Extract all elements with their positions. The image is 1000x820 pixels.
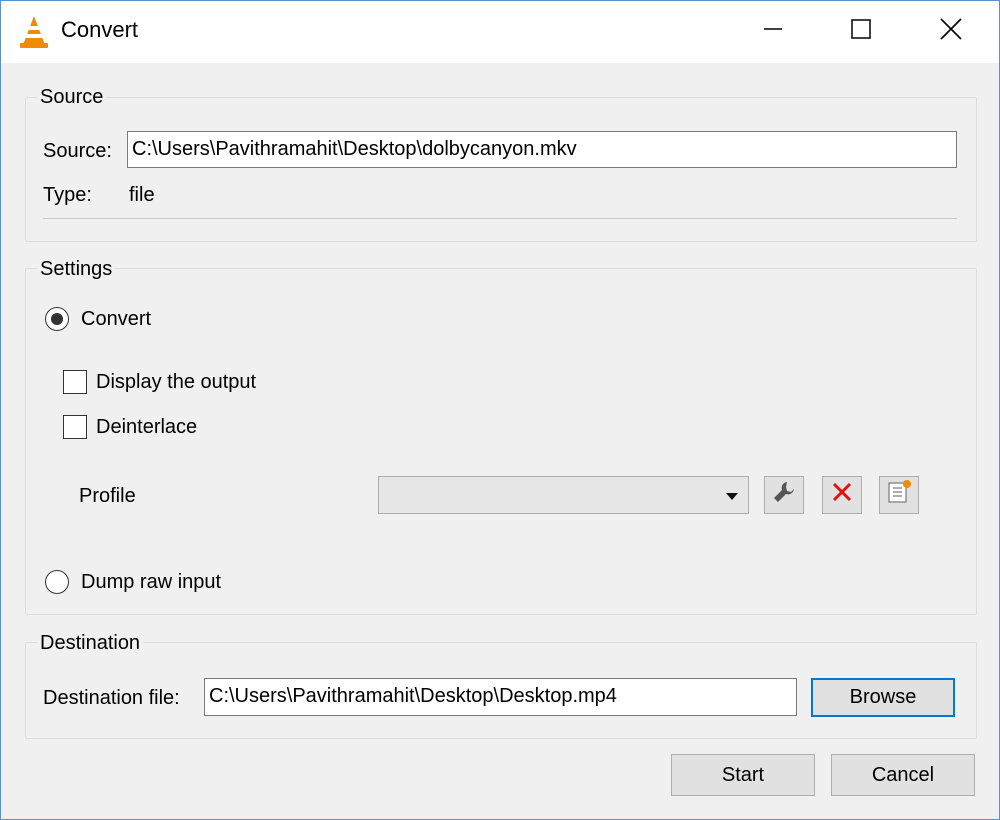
delete-profile-button[interactable] — [822, 476, 862, 514]
source-divider — [43, 218, 957, 219]
window-title: Convert — [61, 17, 139, 42]
display-output-checkbox[interactable] — [63, 370, 87, 394]
convert-radio[interactable] — [45, 307, 69, 331]
maximize-button[interactable] — [825, 1, 897, 63]
minimize-button[interactable] — [737, 1, 809, 63]
dump-raw-label[interactable]: Dump raw input — [81, 571, 221, 594]
profile-dropdown[interactable] — [378, 476, 749, 514]
chevron-down-icon — [726, 493, 738, 500]
new-profile-icon — [886, 479, 912, 511]
type-label: Type: — [43, 184, 92, 206]
vlc-cone-icon — [19, 15, 49, 49]
minimize-icon — [763, 19, 783, 45]
source-group-title: Source — [37, 86, 107, 109]
display-output-label[interactable]: Display the output — [96, 371, 256, 394]
maximize-icon — [851, 19, 871, 45]
browse-button[interactable]: Browse — [811, 678, 955, 717]
new-profile-button[interactable] — [879, 476, 919, 514]
settings-group — [25, 268, 977, 615]
destination-file-label: Destination file: — [43, 687, 180, 709]
dump-raw-radio[interactable] — [45, 570, 69, 594]
source-group — [25, 97, 977, 242]
source-path-input[interactable]: C:\Users\Pavithramahit\Desktop\dolbycany… — [127, 131, 957, 168]
type-value: file — [129, 184, 155, 206]
profile-label: Profile — [79, 485, 136, 507]
source-label: Source: — [43, 140, 112, 162]
convert-radio-label[interactable]: Convert — [81, 308, 151, 331]
wrench-icon — [772, 480, 796, 510]
deinterlace-label[interactable]: Deinterlace — [96, 416, 197, 439]
convert-dialog: Convert Source Source: C:\Users\Pavithra… — [0, 0, 1000, 820]
cancel-button[interactable]: Cancel — [831, 754, 975, 796]
edit-profile-button[interactable] — [764, 476, 804, 514]
destination-file-input[interactable]: C:\Users\Pavithramahit\Desktop\Desktop.m… — [204, 678, 797, 716]
close-button[interactable] — [915, 1, 987, 63]
destination-group-title: Destination — [37, 632, 144, 655]
close-icon — [940, 18, 962, 46]
start-button[interactable]: Start — [671, 754, 815, 796]
title-bar[interactable]: Convert — [1, 1, 999, 63]
radio-selected-dot — [51, 313, 63, 325]
settings-group-title: Settings — [37, 258, 116, 281]
red-x-icon — [831, 481, 853, 509]
deinterlace-checkbox[interactable] — [63, 415, 87, 439]
